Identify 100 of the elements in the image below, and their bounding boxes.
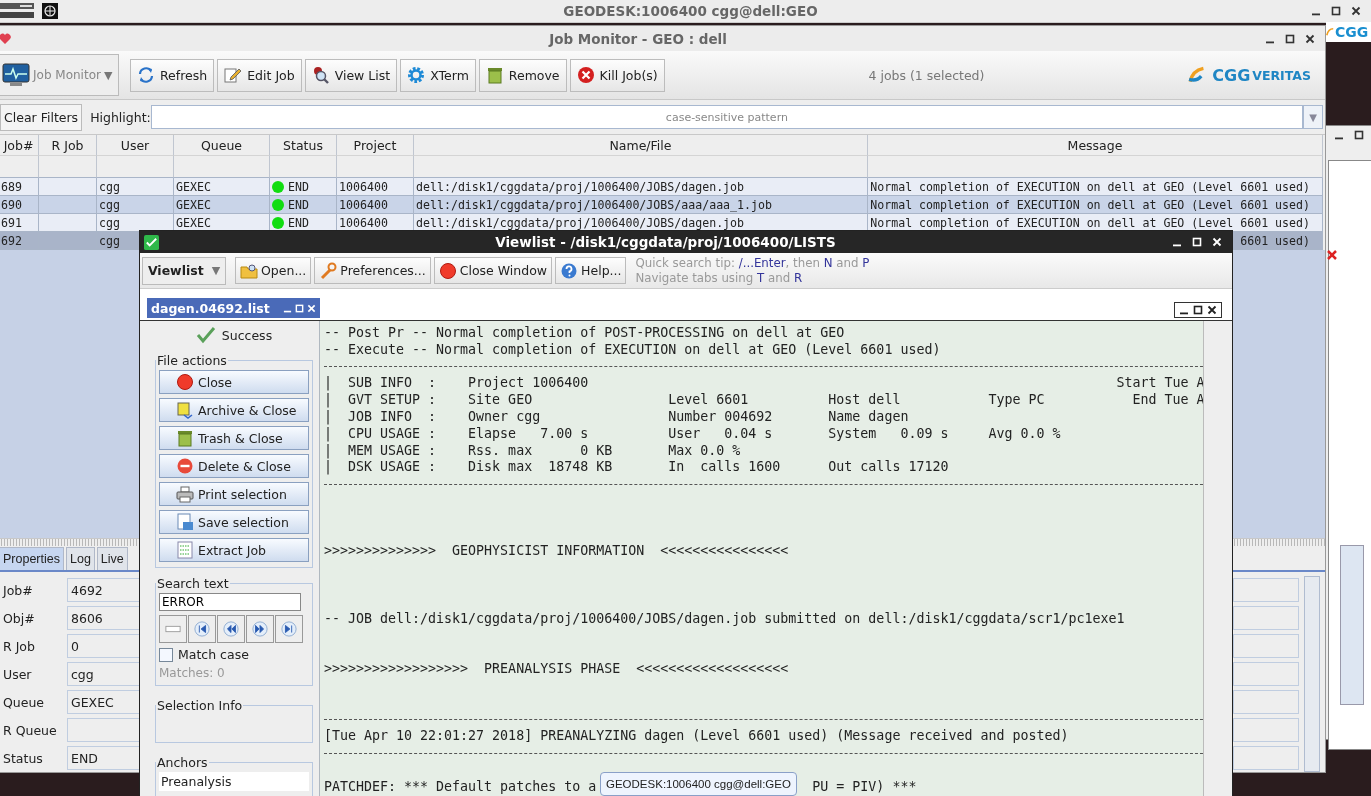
- table-cell: cgg: [97, 178, 174, 196]
- filter-cell[interactable]: [174, 156, 270, 178]
- toolbar-button[interactable]: Open...: [235, 257, 312, 284]
- log-line: | JOB INFO : Owner cgg Number 004692 Name dagen: [324, 409, 910, 426]
- action-button[interactable]: Delete & Close: [159, 454, 309, 478]
- caret-icon: ▼: [103, 68, 113, 82]
- search-nav-button[interactable]: [246, 615, 274, 643]
- toolbar-button[interactable]: Help...: [555, 257, 627, 284]
- skip-forward-icon: [281, 621, 297, 637]
- document-icon: [176, 541, 194, 559]
- toolbar-button[interactable]: Kill Job(s): [569, 58, 665, 92]
- value-field[interactable]: 8606: [67, 606, 140, 630]
- maximize-icon[interactable]: [1331, 6, 1341, 16]
- maximize-icon[interactable]: [1354, 130, 1364, 140]
- filter-cell[interactable]: [337, 156, 414, 178]
- toolbar-button[interactable]: XTerm: [400, 58, 476, 92]
- group-title: Selection Info: [156, 698, 244, 713]
- skip-back-icon: [194, 621, 210, 637]
- table-cell[interactable]: 689: [0, 178, 39, 196]
- table-cell[interactable]: 691: [0, 214, 39, 232]
- filter-cell[interactable]: [0, 156, 39, 178]
- search-field[interactable]: ERROR: [159, 593, 301, 611]
- action-button[interactable]: Close: [159, 370, 309, 394]
- table-cell: 1006400: [337, 196, 414, 214]
- search-nav-button[interactable]: [275, 615, 303, 643]
- checkmark-icon: [144, 234, 159, 250]
- filter-cell[interactable]: [414, 156, 868, 178]
- value-field[interactable]: cgg: [67, 662, 140, 686]
- search-nav-button[interactable]: [188, 615, 216, 643]
- scrollbar[interactable]: [1340, 545, 1364, 705]
- column-header[interactable]: Job#: [0, 135, 39, 156]
- value-field[interactable]: [1233, 606, 1299, 630]
- filter-cell[interactable]: [868, 156, 1323, 178]
- value-field[interactable]: [1233, 662, 1299, 686]
- toolbar-button[interactable]: Remove: [478, 58, 567, 92]
- action-button[interactable]: Save selection: [159, 510, 309, 534]
- value-field[interactable]: [1233, 634, 1299, 658]
- scrollbar[interactable]: [1203, 321, 1218, 796]
- table-cell: dell:/disk1/cggdata/proj/1006400/JOBS/aaa/aaa_1.job: [414, 196, 868, 214]
- viewlist-menu[interactable]: Viewlist ▼: [142, 256, 226, 285]
- rewind-icon: [223, 621, 239, 637]
- table-cell[interactable]: 690: [0, 196, 39, 214]
- action-button[interactable]: Trash & Close: [159, 426, 309, 450]
- list-item[interactable]: Preanalysis: [159, 772, 309, 791]
- app-icon[interactable]: [42, 3, 58, 19]
- column-header[interactable]: User: [97, 135, 174, 156]
- minus-circle-icon: [176, 457, 194, 475]
- search-nav-button[interactable]: [159, 615, 187, 643]
- field-label: Job#: [1, 582, 34, 598]
- toolbar-button[interactable]: Refresh: [130, 58, 215, 92]
- toolbar-button[interactable]: Close Window: [433, 257, 553, 284]
- column-header[interactable]: Status: [270, 135, 337, 156]
- table-cell[interactable]: 692: [0, 232, 39, 250]
- logo: CGGVERITAS: [1188, 65, 1311, 85]
- menu-label: Viewlist: [147, 263, 204, 278]
- column-header[interactable]: R Job: [39, 135, 97, 156]
- tab[interactable]: Live: [96, 547, 128, 570]
- filter-cell[interactable]: [39, 156, 97, 178]
- close-icon[interactable]: [1305, 33, 1315, 44]
- action-button[interactable]: Extract Job: [159, 538, 309, 562]
- clear-filters-button[interactable]: Clear Filters: [0, 103, 83, 131]
- toolbar-button[interactable]: Preferences...: [314, 257, 431, 284]
- value-field[interactable]: END: [67, 746, 140, 770]
- table-cell: cgg: [97, 214, 174, 232]
- value-field[interactable]: [1233, 718, 1299, 742]
- search-nav-button[interactable]: [217, 615, 245, 643]
- value-field[interactable]: [1233, 578, 1299, 602]
- filter-cell[interactable]: [270, 156, 337, 178]
- value-field[interactable]: 0: [67, 634, 140, 658]
- scrollbar[interactable]: [1304, 576, 1320, 772]
- value-field[interactable]: 4692: [67, 578, 140, 602]
- toolbar-button[interactable]: Edit Job: [217, 58, 302, 92]
- column-header[interactable]: Name/File: [414, 135, 868, 156]
- close-icon[interactable]: [1351, 6, 1361, 16]
- toolbar-button[interactable]: View List: [304, 58, 398, 92]
- column-header[interactable]: Project: [337, 135, 414, 156]
- job-monitor-menu[interactable]: Job Monitor ▼: [0, 54, 119, 96]
- value-field[interactable]: [1233, 690, 1299, 714]
- tab[interactable]: Properties: [0, 547, 64, 570]
- log-line: -- JOB dell:/disk1/cggdata/proj/1006400/JOBS/dagen.job submitted on dell:/disk1/cggdata/scr1/pc1exe1: [324, 610, 1126, 628]
- value-field[interactable]: [67, 718, 140, 742]
- tab[interactable]: Log: [66, 547, 95, 570]
- filter-cell[interactable]: [97, 156, 174, 178]
- computer-icon[interactable]: [0, 1, 36, 21]
- action-button[interactable]: Print selection: [159, 482, 309, 506]
- log-line: >>>>>>>>>>>>>>>>>> PREANALYSIS PHASE <<<<<<<<<<<<<<<<<<<: [324, 660, 790, 678]
- maximize-icon[interactable]: [1285, 33, 1295, 44]
- maximize-icon[interactable]: [1193, 305, 1203, 315]
- table-cell: GEXEC: [174, 196, 270, 214]
- highlight-field[interactable]: case-sensitive pattern: [150, 105, 1303, 129]
- action-button[interactable]: Archive & Close: [159, 398, 309, 422]
- value-field[interactable]: [1233, 746, 1299, 770]
- field-label: Queue: [2, 694, 46, 710]
- log-line: | CPU USAGE : Elapse 7.00 s User 0.04 s System 0.09 s Avg 0.0 %: [324, 425, 1062, 443]
- value-field[interactable]: GEXEC: [67, 690, 140, 714]
- column-header[interactable]: Message: [868, 135, 1323, 156]
- match-case-checkbox[interactable]: Match case: [159, 647, 309, 662]
- group-title: File actions: [156, 353, 228, 368]
- close-icon[interactable]: [1207, 305, 1217, 315]
- column-header[interactable]: Queue: [174, 135, 270, 156]
